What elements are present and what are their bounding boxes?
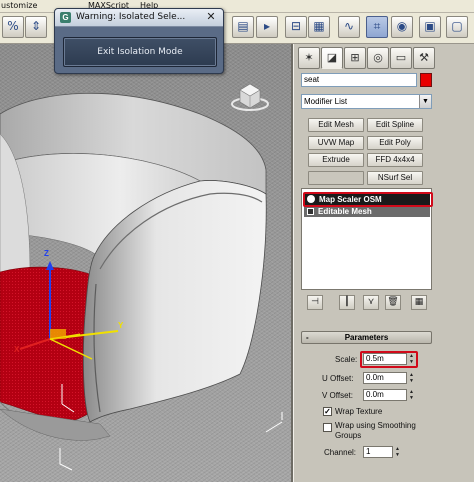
- remove-modifier-button[interactable]: 🗑: [385, 295, 401, 310]
- spinner-snap-button[interactable]: ⇕: [25, 16, 47, 38]
- configure-sets-button[interactable]: ▦: [411, 295, 427, 310]
- tab-display[interactable]: ▭: [390, 47, 412, 69]
- make-unique-icon: ⋎: [367, 297, 375, 307]
- wrap-smoothing-label-groups: Groups: [335, 431, 362, 440]
- schematic-view-button[interactable]: ⌗: [366, 16, 388, 38]
- dialog-title-bar[interactable]: G Warning: Isolated Sele... ✕: [55, 9, 223, 27]
- pin-stack-button[interactable]: ⊣: [307, 295, 323, 310]
- menu-customize[interactable]: ustomize: [1, 1, 37, 10]
- command-panel: ✶ ◪ ⊞ ◎ ▭ ⚒ seat Modifier List ▼ Edit Me…: [293, 44, 474, 482]
- pin-stack-icon: ⊣: [311, 297, 319, 307]
- ffd-4x4x4-button[interactable]: FFD 4x4x4: [367, 153, 423, 167]
- parameters-rollout-header[interactable]: - Parameters: [301, 331, 432, 344]
- rollout-title: Parameters: [344, 333, 389, 342]
- v-offset-spinner-arrows[interactable]: ▲ ▼: [408, 389, 415, 401]
- display-tab-icon: ▭: [395, 51, 407, 64]
- object-color-swatch[interactable]: [420, 73, 432, 87]
- wrap-smoothing-label: Wrap using Smoothing: [335, 421, 416, 430]
- edit-spline-button[interactable]: Edit Spline: [367, 118, 423, 132]
- u-offset-spinner-arrows[interactable]: ▲ ▼: [408, 372, 415, 384]
- render-frame-button[interactable]: ▢: [446, 16, 468, 38]
- edit-mesh-button[interactable]: Edit Mesh: [308, 118, 364, 132]
- u-offset-label: U Offset:: [322, 374, 354, 383]
- render-frame-icon: ▢: [451, 19, 463, 33]
- named-selection-button[interactable]: ▤: [232, 16, 254, 38]
- stack-item-editable-mesh[interactable]: Editable Mesh: [304, 206, 430, 217]
- scale-label: Scale:: [335, 355, 358, 364]
- gizmo-x-label: X: [14, 345, 20, 354]
- show-end-result-button[interactable]: ┃: [339, 295, 355, 310]
- modifier-stack[interactable]: Map Scaler OSM Editable Mesh: [301, 188, 433, 290]
- material-editor-button[interactable]: ◉: [391, 16, 413, 38]
- channel-input[interactable]: 1: [363, 446, 393, 458]
- app-icon: G: [60, 12, 71, 23]
- viewport-scene: [0, 83, 283, 471]
- viewcube: [231, 83, 269, 111]
- v-offset-label: V Offset:: [322, 391, 353, 400]
- show-end-result-icon: ┃: [344, 297, 350, 307]
- wrap-texture-checkbox[interactable]: ✓: [323, 407, 332, 416]
- object-name-field[interactable]: seat: [301, 73, 417, 87]
- gizmo-z-label: Z: [44, 249, 49, 258]
- hierarchy-tab-icon: ⊞: [350, 51, 360, 64]
- empty-modifier-button[interactable]: [308, 171, 364, 185]
- make-unique-button[interactable]: ⋎: [363, 295, 379, 310]
- schematic-view-icon: ⌗: [373, 19, 381, 33]
- chevron-down-icon[interactable]: ▼: [419, 95, 431, 108]
- create-tab-icon: ✶: [304, 51, 314, 64]
- configure-sets-icon: ▦: [414, 297, 424, 307]
- u-offset-input[interactable]: 0.0m: [363, 372, 407, 384]
- tab-modify[interactable]: ◪: [321, 47, 343, 69]
- curve-editor-icon: ∿: [343, 19, 355, 33]
- command-panel-tabs: ✶ ◪ ⊞ ◎ ▭ ⚒: [298, 47, 448, 71]
- percent-snap-button[interactable]: %: [2, 16, 24, 38]
- extrude-button[interactable]: Extrude: [308, 153, 364, 167]
- perspective-viewport[interactable]: Z Y X: [0, 44, 293, 482]
- uvw-map-button[interactable]: UVW Map: [308, 136, 364, 150]
- scale-highlight-box: [360, 351, 418, 368]
- exit-isolation-button[interactable]: Exit Isolation Mode: [63, 37, 217, 67]
- material-editor-icon: ◉: [396, 19, 408, 33]
- curve-editor-button[interactable]: ∿: [338, 16, 360, 38]
- modifier-list-label: Modifier List: [304, 97, 348, 106]
- tab-create[interactable]: ✶: [298, 47, 320, 69]
- edit-poly-button[interactable]: Edit Poly: [367, 136, 423, 150]
- tab-hierarchy[interactable]: ⊞: [344, 47, 366, 69]
- v-offset-input[interactable]: 0.0m: [363, 389, 407, 401]
- stack-item-label: Editable Mesh: [318, 207, 372, 216]
- modify-tab-icon: ◪: [326, 51, 338, 64]
- layer-manager-button[interactable]: ▦: [308, 16, 330, 38]
- render-setup-button[interactable]: ▣: [419, 16, 441, 38]
- tab-motion[interactable]: ◎: [367, 47, 389, 69]
- gizmo-y-label: Y: [118, 321, 124, 330]
- expand-plus-icon[interactable]: [307, 208, 314, 215]
- named-selection-icon: ▤: [237, 19, 249, 33]
- channel-label: Channel:: [324, 448, 357, 457]
- remove-modifier-icon: 🗑: [387, 297, 399, 307]
- align-button[interactable]: ⊟: [285, 16, 307, 38]
- modifier-list-dropdown[interactable]: Modifier List ▼: [301, 94, 432, 109]
- dialog-title: Warning: Isolated Sele...: [76, 12, 186, 22]
- isolation-warning-dialog: G Warning: Isolated Sele... ✕ Exit Isola…: [54, 8, 224, 74]
- nsurf-sel-button[interactable]: NSurf Sel: [367, 171, 423, 185]
- layer-manager-icon: ▦: [313, 19, 325, 33]
- tab-utilities[interactable]: ⚒: [413, 47, 435, 69]
- percent-snap-icon: %: [7, 19, 19, 33]
- spinner-snap-icon: ⇕: [30, 19, 42, 33]
- close-icon[interactable]: ✕: [204, 11, 218, 24]
- render-setup-icon: ▣: [424, 19, 436, 33]
- motion-tab-icon: ◎: [373, 51, 383, 64]
- align-icon: ⊟: [290, 19, 302, 33]
- wrap-smoothing-checkbox[interactable]: [323, 423, 332, 432]
- collapse-icon: -: [306, 333, 309, 342]
- mirror-icon: ▸: [263, 19, 271, 33]
- stack-toolbar: ⊣ ┃ ⋎ 🗑 ▦: [301, 295, 432, 312]
- utilities-tab-icon: ⚒: [419, 51, 429, 64]
- wrap-texture-label: Wrap Texture: [335, 407, 383, 416]
- mirror-button[interactable]: ▸: [256, 16, 278, 38]
- channel-spinner-arrows[interactable]: ▲ ▼: [394, 446, 401, 458]
- stack-highlight-box: [303, 192, 433, 207]
